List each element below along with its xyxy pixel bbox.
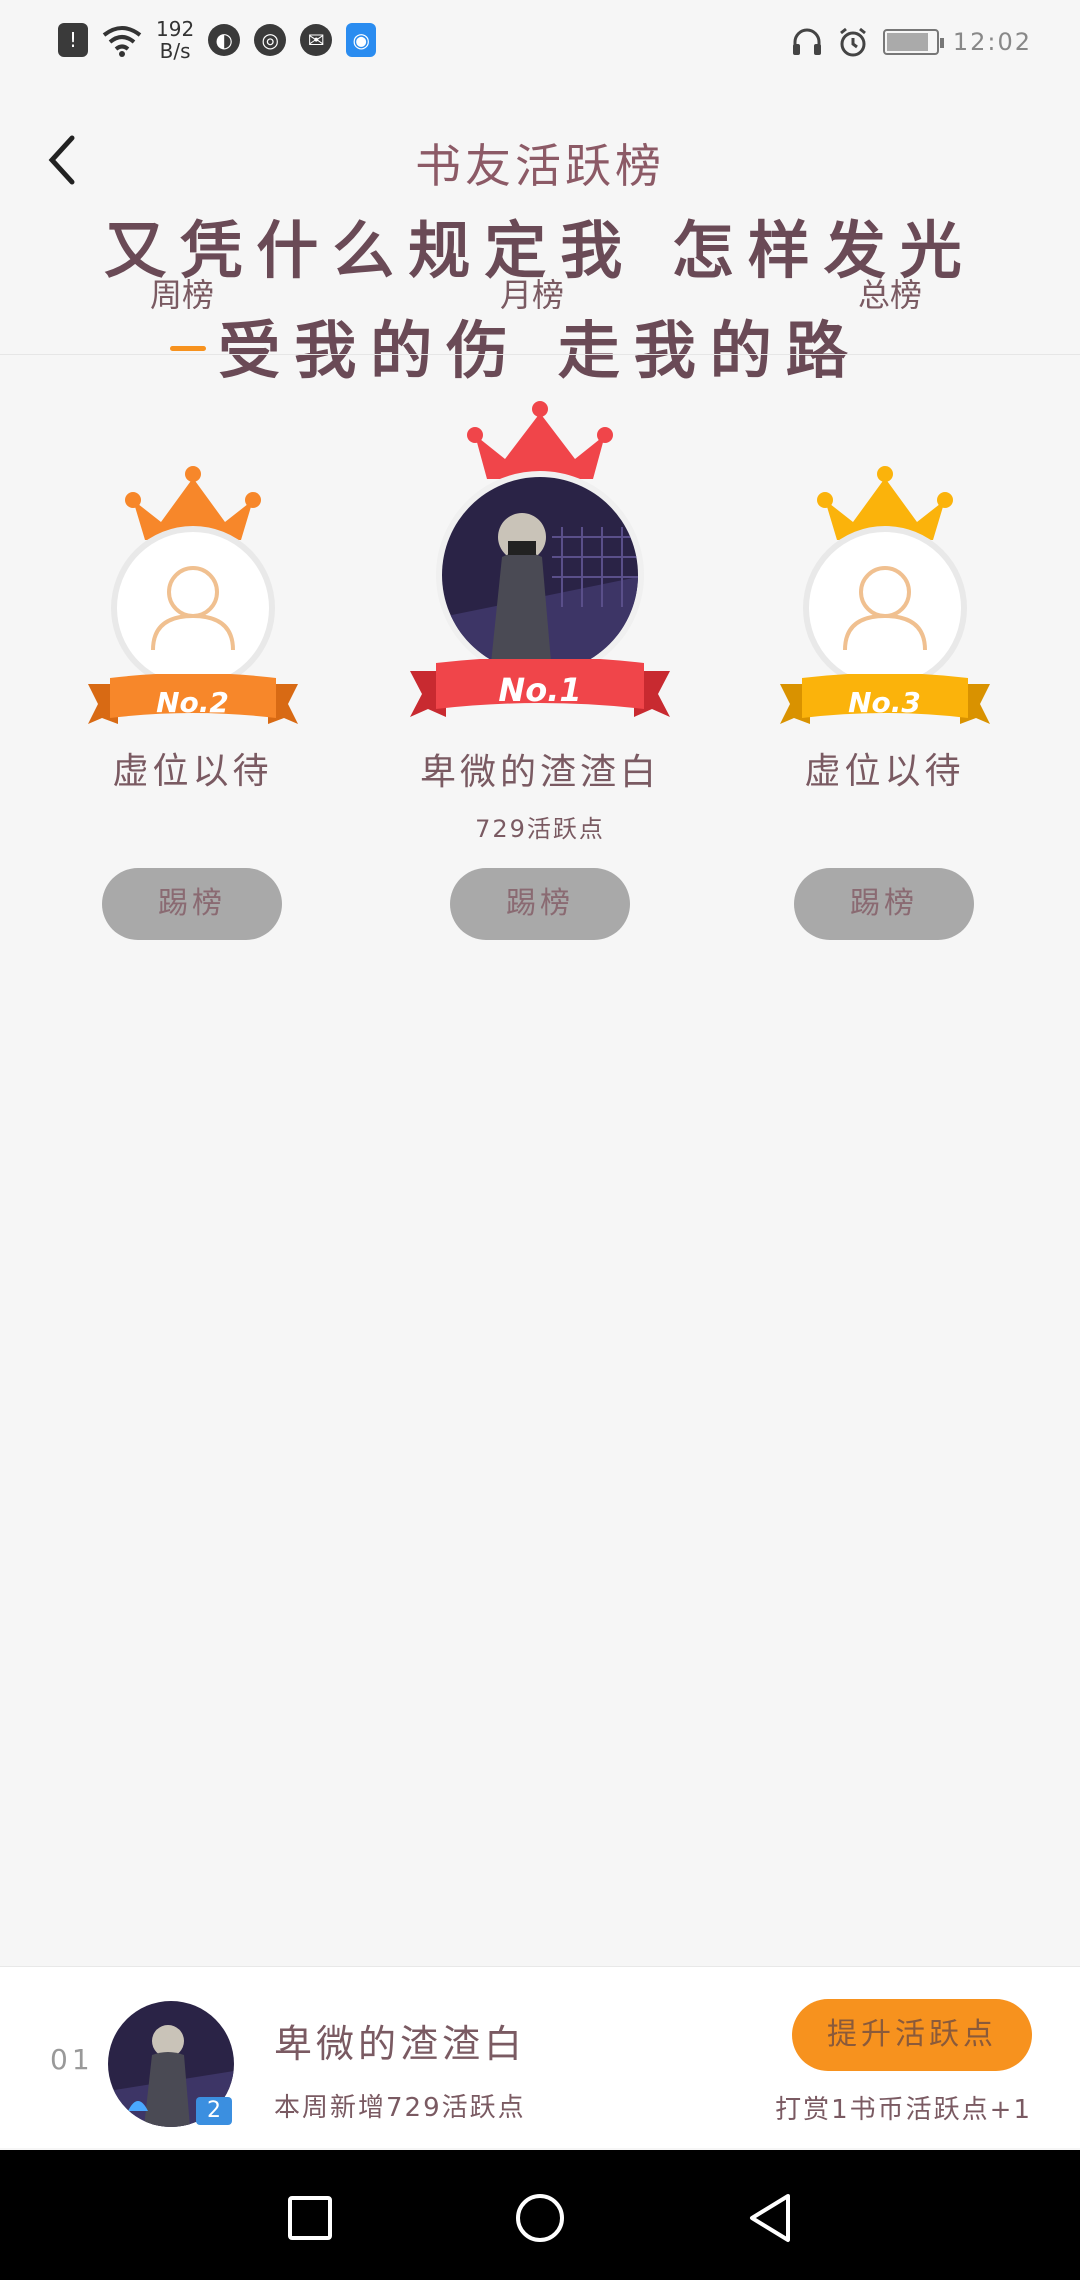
user-name: 虚位以待 <box>112 751 273 792</box>
rank-label: No.3 <box>848 686 921 719</box>
user-placeholder-icon <box>842 566 927 651</box>
header-divider <box>0 354 1080 355</box>
status-bar-right: 12:02 <box>791 26 1032 58</box>
hotspot-icon: ◉ <box>346 23 377 57</box>
network-speed-value: 192 <box>156 17 195 41</box>
page-title: 书友活跃榜 <box>415 139 665 193</box>
boost-points-button[interactable]: 提升活跃点 <box>792 1999 1032 2071</box>
my-rank-card: 01 2 卑微的渣渣白 本周新增729活跃点 提升活跃点 打赏1书币活跃点+1 <box>0 1966 1080 2148</box>
crown-icon <box>467 401 613 479</box>
wifi-icon <box>102 26 142 57</box>
rank-label: No.1 <box>498 671 582 709</box>
system-nav-bar <box>0 2150 1080 2280</box>
kick-button[interactable]: 踢榜 <box>102 868 282 940</box>
status-bar: ! 192 B/s ◐ ◎ ✉ ◉ 12:02 <box>0 0 1080 90</box>
network-speed: 192 B/s <box>156 18 194 62</box>
my-weekly-points: 本周新增729活跃点 <box>274 2093 526 2123</box>
level-badge: 2 <box>196 2097 232 2125</box>
browser-icon: ◐ <box>208 24 241 56</box>
avatar-placeholder <box>110 526 275 690</box>
alarm-icon <box>839 27 866 57</box>
podium-third: No.3 虚位以待 踢榜 <box>772 460 997 980</box>
my-rank-number: 01 <box>50 2043 94 2076</box>
avatar-photo <box>442 477 638 673</box>
user-placeholder-icon <box>150 566 235 651</box>
kick-button[interactable]: 踢榜 <box>450 868 630 940</box>
avatar-first <box>436 471 644 679</box>
rank-ribbon: No.3 <box>779 673 990 730</box>
wechat-icon: ✉ <box>300 24 333 56</box>
network-speed-unit: B/s <box>159 39 191 63</box>
rank-ribbon: No.1 <box>410 657 670 723</box>
user-name: 卑微的渣渣白 <box>419 752 660 793</box>
avatar-placeholder <box>802 526 967 690</box>
home-circle-icon[interactable] <box>512 2190 568 2246</box>
recents-square-icon[interactable] <box>282 2190 338 2246</box>
podium-second: No.2 虚位以待 踢榜 <box>80 460 305 980</box>
rank-label: No.2 <box>156 686 229 719</box>
rank-ribbon: No.2 <box>87 673 298 730</box>
user-name: 虚位以待 <box>804 751 965 792</box>
aperture-icon: ◎ <box>254 24 287 56</box>
status-bar-left: ! 192 B/s ◐ ◎ ✉ ◉ <box>58 18 377 62</box>
battery-fill <box>886 33 928 51</box>
kick-button[interactable]: 踢榜 <box>794 868 974 940</box>
back-triangle-icon[interactable] <box>742 2190 798 2246</box>
battery-icon <box>882 29 944 55</box>
my-name: 卑微的渣渣白 <box>274 2022 527 2066</box>
podium-first: No.1 卑微的渣渣白 729活跃点 踢榜 <box>400 395 680 975</box>
clock: 12:02 <box>952 28 1032 56</box>
activity-points: 729活跃点 <box>475 815 605 843</box>
headphones-icon <box>792 28 821 55</box>
reward-note: 打赏1书币活跃点+1 <box>775 2095 1032 2125</box>
lyric-overlay-line-2: 受我的伤 走我的路 <box>218 314 862 387</box>
sim-alert-icon: ! <box>58 23 88 57</box>
